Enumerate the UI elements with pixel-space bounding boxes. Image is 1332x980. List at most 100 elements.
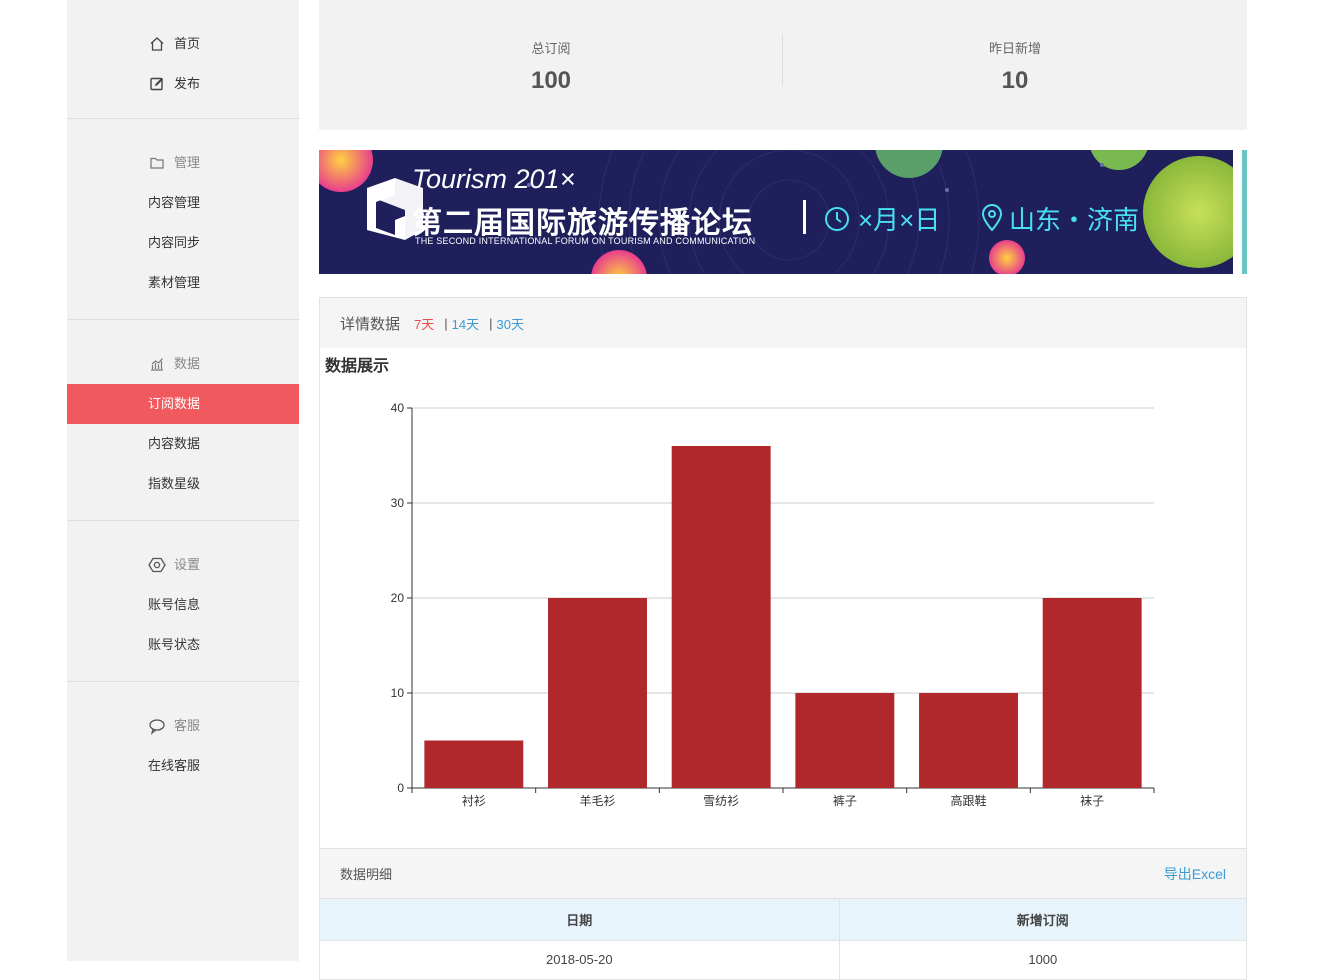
folder-icon [148,154,166,172]
sidebar-item-label: 订阅数据 [148,396,201,411]
sidebar-item-index-stars[interactable]: 指数星级 [67,464,299,504]
detail-title: 详情数据 [340,315,401,333]
sidebar-item-label: 内容数据 [148,436,201,451]
data-detail-header: 数据明细 导出Excel [320,848,1246,898]
stats-divider [782,35,783,85]
stat-label: 总订阅 [531,41,571,56]
range-separator: | [489,315,493,331]
bar-6 [1042,598,1142,788]
sidebar-section-settings: 设置 [67,545,299,585]
stat-total-subscriptions: 总订阅 100 [319,0,783,130]
bar-1 [424,740,524,788]
y-tick-label: 20 [391,591,405,605]
chart-icon [148,355,166,373]
banner-date-text: ×月×日 [858,205,941,235]
y-tick-label: 10 [391,686,405,700]
x-tick-label: 羊毛衫 [579,793,615,808]
sidebar-item-label: 素材管理 [148,275,201,290]
range-tab-7d[interactable]: 7天 [414,314,434,333]
location-pin-icon [981,204,1003,239]
range-tab-14d[interactable]: 14天 [452,314,479,333]
nav-group-manage: 管理 内容管理 内容同步 素材管理 [67,119,299,320]
clock-icon [824,206,850,239]
sidebar-item-subscription-data[interactable]: 订阅数据 [67,384,299,424]
x-tick-label: 雪纺衫 [703,794,739,808]
sidebar-item-label: 在线客服 [148,758,201,773]
nav-group-main: 首页 发布 [67,0,299,119]
sidebar-item-material-manage[interactable]: 素材管理 [67,263,299,303]
column-header-new-subscriptions: 新增订阅 [839,898,1246,941]
gear-icon [148,556,166,574]
data-table: 日期 新增订阅 2018-05-20 1000 [320,898,1246,979]
stats-panel: 总订阅 100 昨日新增 10 [319,0,1247,130]
range-separator: | [444,315,448,331]
banner-date: ×月×日 [824,200,940,239]
edit-icon [148,75,166,93]
chart-area: 0 10 20 30 40 衬衫 羊毛衫 雪纺衫 裤子 高跟鞋 袜子 [320,384,1246,848]
sidebar-item-content-manage[interactable]: 内容管理 [67,183,299,223]
banner-place: 山东・济南 [981,200,1139,239]
table-header-row: 日期 新增订阅 [320,898,1246,941]
sidebar-item-label: 内容管理 [148,195,201,210]
bar-2 [548,598,647,788]
banner-next-slide-edge [1242,150,1247,274]
stat-yesterday-new: 昨日新增 10 [783,0,1247,130]
main-content: 总订阅 100 昨日新增 10 Tourism 201× 第二届国际旅游传播论坛… [319,0,1247,980]
range-tab-30d[interactable]: 30天 [497,314,524,333]
data-detail-title: 数据明细 [340,867,393,882]
stat-label: 昨日新增 [988,41,1041,56]
sidebar-item-label: 账号状态 [148,637,201,652]
sidebar-item-label: 指数星级 [148,476,201,491]
sidebar-item-label: 首页 [174,36,201,51]
bar-4 [795,693,895,788]
sidebar-item-account-status[interactable]: 账号状态 [67,625,299,665]
banner-place-text: 山东・济南 [1009,205,1140,235]
sidebar: 首页 发布 管理 内容管理 内容同步 素材管理 数据 订阅数据 内容数据 指数星 [67,0,299,961]
sidebar-section-service: 客服 [67,706,299,746]
x-tick-label: 衬衫 [462,794,486,808]
nav-group-settings: 设置 账号信息 账号状态 [67,521,299,682]
nav-group-service: 客服 在线客服 [67,682,299,802]
x-tick-label: 袜子 [1080,794,1104,808]
sidebar-section-manage: 管理 [67,143,299,183]
sidebar-item-publish[interactable]: 发布 [67,64,299,104]
y-tick-label: 40 [391,401,405,415]
y-tick-label: 0 [397,781,404,795]
export-excel-button[interactable]: 导出Excel [1164,864,1226,884]
x-tick-label: 高跟鞋 [950,793,986,808]
bar-3 [671,446,771,788]
column-header-date: 日期 [320,898,840,941]
y-tick-label: 30 [391,496,405,510]
detail-panel: 详情数据 7天 | 14天 | 30天 数据展示 0 10 20 30 40 衬衫 羊毛衫 雪… [319,297,1247,980]
chart-title: 数据展示 [325,358,390,375]
banner-line3: THE SECOND INTERNATIONAL FORUM ON TOURIS… [415,236,756,246]
table-row: 2018-05-20 1000 [320,940,1246,979]
sidebar-item-label: 内容同步 [148,235,201,250]
section-title: 数据 [174,356,201,371]
bar-chart: 0 10 20 30 40 衬衫 羊毛衫 雪纺衫 裤子 高跟鞋 袜子 [391,401,1155,808]
stat-value: 10 [1001,67,1029,94]
section-title: 设置 [174,557,201,572]
x-tick-label: 裤子 [833,794,857,808]
event-banner[interactable]: Tourism 201× 第二届国际旅游传播论坛 THE SECOND INTE… [319,150,1233,274]
sidebar-item-home[interactable]: 首页 [67,24,299,64]
sidebar-item-content-sync[interactable]: 内容同步 [67,223,299,263]
nav-group-data: 数据 订阅数据 内容数据 指数星级 [67,320,299,521]
section-title: 管理 [174,155,201,170]
section-title: 客服 [174,718,201,733]
banner-line1: Tourism 201× [412,164,576,194]
table-cell-value: 1000 [839,940,1246,979]
sidebar-item-content-data[interactable]: 内容数据 [67,424,299,464]
sidebar-item-label: 账号信息 [148,597,201,612]
stat-value: 100 [530,67,572,94]
banner-separator [803,200,806,234]
chat-icon [148,717,166,735]
bar-5 [919,693,1018,788]
sidebar-item-label: 发布 [174,76,201,91]
sidebar-item-account-info[interactable]: 账号信息 [67,585,299,625]
sidebar-item-online-service[interactable]: 在线客服 [67,746,299,786]
detail-panel-header: 详情数据 7天 | 14天 | 30天 [320,298,1246,348]
home-icon [148,35,166,53]
sidebar-section-data: 数据 [67,344,299,384]
table-cell-date: 2018-05-20 [320,940,840,979]
